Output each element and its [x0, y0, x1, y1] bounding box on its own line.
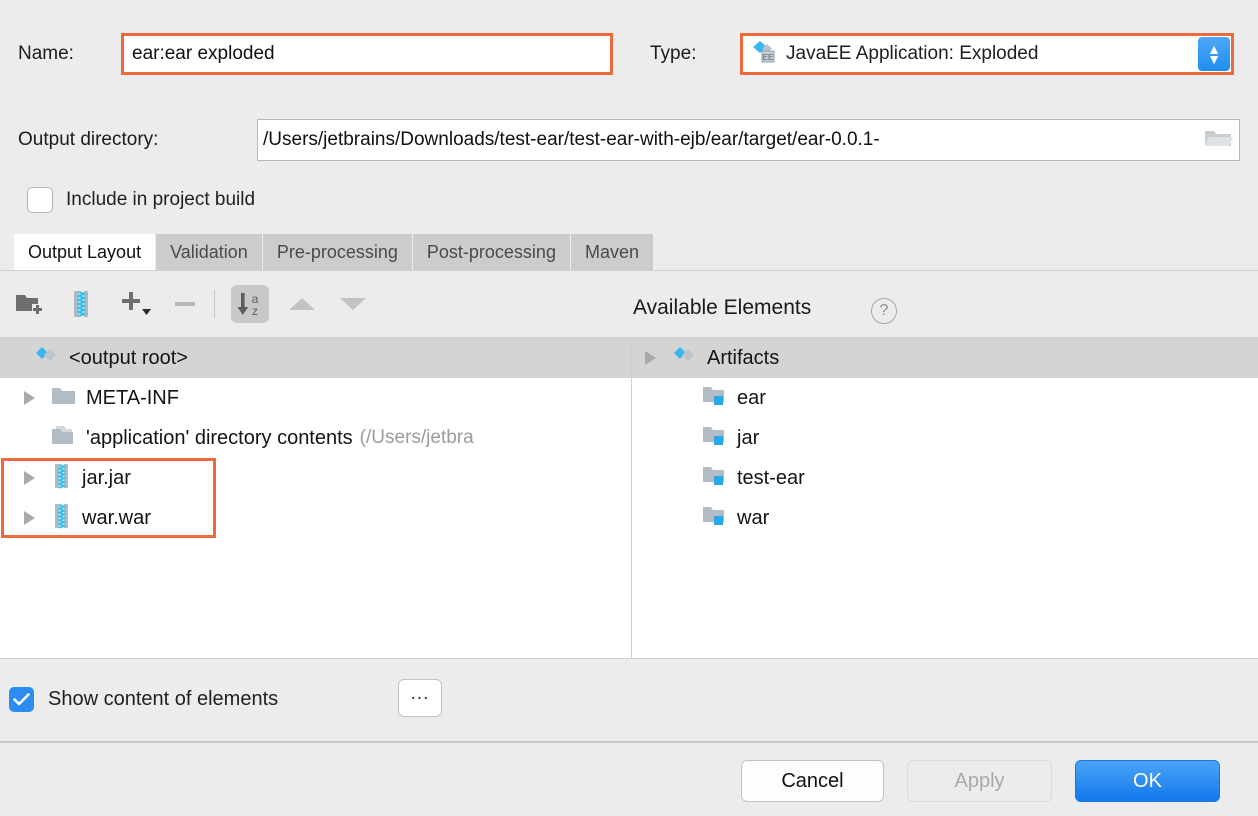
toolbar-separator: [214, 290, 215, 318]
add-directory-button[interactable]: [11, 285, 49, 323]
tree-row-secondary-label: (/Users/jetbra: [360, 427, 474, 449]
output-directory-label: Output directory:: [18, 129, 158, 151]
more-options-button[interactable]: ...: [398, 679, 442, 717]
show-content-checkbox[interactable]: [9, 687, 34, 712]
tree-row-label: 'application' directory contents: [86, 427, 353, 450]
output-layout-tree[interactable]: <output root> META-INF 'application' direc…: [0, 338, 631, 658]
type-combobox-value: JavaEE Application: Exploded: [786, 43, 1038, 65]
include-in-project-build-label: Include in project build: [66, 189, 255, 211]
tree-row[interactable]: war.war: [0, 498, 631, 538]
type-combobox[interactable]: EE JavaEE Application: Exploded ▲ ▼: [740, 33, 1234, 75]
tree-row[interactable]: jar.jar: [0, 458, 631, 498]
output-directory-input[interactable]: /Users/jetbrains/Downloads/test-ear/test…: [257, 119, 1240, 161]
javaee-artifact-icon: EE: [751, 40, 777, 69]
artifact-folder-icon: [702, 505, 728, 532]
tree-row-label: war.war: [82, 507, 151, 530]
tree-row-label: Artifacts: [707, 347, 779, 370]
include-in-project-build-checkbox[interactable]: [27, 187, 53, 213]
tab-label: Pre-processing: [277, 242, 398, 263]
tree-row-label: META-INF: [86, 387, 179, 410]
tree-row[interactable]: jar: [632, 418, 1258, 458]
folder-browse-icon[interactable]: [1203, 126, 1233, 155]
available-elements-title: Available Elements: [633, 296, 811, 320]
tree-row-label: <output root>: [69, 347, 188, 370]
trees-container: <output root> META-INF 'application' direc…: [0, 337, 1258, 659]
folder-icon: [51, 385, 77, 412]
apply-button: Apply: [907, 760, 1052, 802]
available-elements-tree[interactable]: Artifacts ear jar test-ear war: [632, 338, 1258, 658]
output-directory-value: /Users/jetbrains/Downloads/test-ear/test…: [263, 129, 1199, 151]
svg-text:EE: EE: [763, 53, 774, 62]
add-element-button[interactable]: [118, 285, 156, 323]
tab-output-layout[interactable]: Output Layout: [14, 234, 156, 271]
tab-label: Output Layout: [28, 242, 141, 263]
tree-row[interactable]: war: [632, 498, 1258, 538]
archive-jar-icon: [51, 503, 73, 534]
ok-button[interactable]: OK: [1075, 760, 1220, 802]
expand-arrow-icon[interactable]: [19, 471, 39, 485]
move-down-button: [334, 285, 372, 323]
tree-row[interactable]: Artifacts: [632, 338, 1258, 378]
tab-label: Validation: [170, 242, 248, 263]
tab-validation[interactable]: Validation: [156, 234, 263, 271]
remove-element-button: [166, 285, 204, 323]
tree-row-label: ear: [737, 387, 766, 410]
tab-post-processing[interactable]: Post-processing: [413, 234, 571, 271]
artifact-folder-icon: [702, 425, 728, 452]
add-archive-button[interactable]: [62, 285, 100, 323]
tab-maven[interactable]: Maven: [571, 234, 654, 271]
cancel-button[interactable]: Cancel: [741, 760, 884, 802]
directory-contents-icon: [51, 425, 77, 452]
tab-label: Maven: [585, 242, 639, 263]
archive-jar-icon: [51, 463, 73, 494]
tree-row-label: jar.jar: [82, 467, 131, 490]
name-label: Name:: [18, 43, 74, 65]
artifact-diamond-icon: [672, 344, 698, 373]
tree-row[interactable]: META-INF: [0, 378, 631, 418]
name-input[interactable]: ear:ear exploded: [121, 33, 613, 75]
artifact-folder-icon: [702, 465, 728, 492]
tree-row[interactable]: <output root>: [0, 338, 631, 378]
tree-row-label: war: [737, 507, 769, 530]
expand-arrow-icon[interactable]: [640, 351, 660, 365]
artifact-folder-icon: [702, 385, 728, 412]
svg-text:z: z: [252, 304, 258, 318]
show-content-label: Show content of elements: [48, 688, 278, 711]
artifact-diamond-icon: [34, 344, 60, 373]
tree-row[interactable]: test-ear: [632, 458, 1258, 498]
move-up-button: [283, 285, 321, 323]
expand-arrow-icon[interactable]: [19, 511, 39, 525]
tree-row-label: test-ear: [737, 467, 805, 490]
type-combobox-stepper[interactable]: ▲ ▼: [1198, 37, 1230, 71]
tab-bar: Output Layout Validation Pre-processing Pos…: [0, 234, 1258, 271]
tree-row[interactable]: 'application' directory contents (/Users/…: [0, 418, 631, 458]
help-icon[interactable]: ?: [871, 298, 897, 324]
tab-pre-processing[interactable]: Pre-processing: [263, 234, 413, 271]
dialog-button-bar: [0, 743, 1258, 816]
tab-label: Post-processing: [427, 242, 556, 263]
type-label: Type:: [650, 43, 696, 65]
expand-arrow-icon[interactable]: [19, 391, 39, 405]
sort-by-name-button[interactable]: a z: [231, 285, 269, 323]
tree-row-label: jar: [737, 427, 759, 450]
output-layout-toolbar: a z: [0, 271, 1258, 337]
name-input-value: ear:ear exploded: [132, 43, 275, 65]
tree-row[interactable]: ear: [632, 378, 1258, 418]
